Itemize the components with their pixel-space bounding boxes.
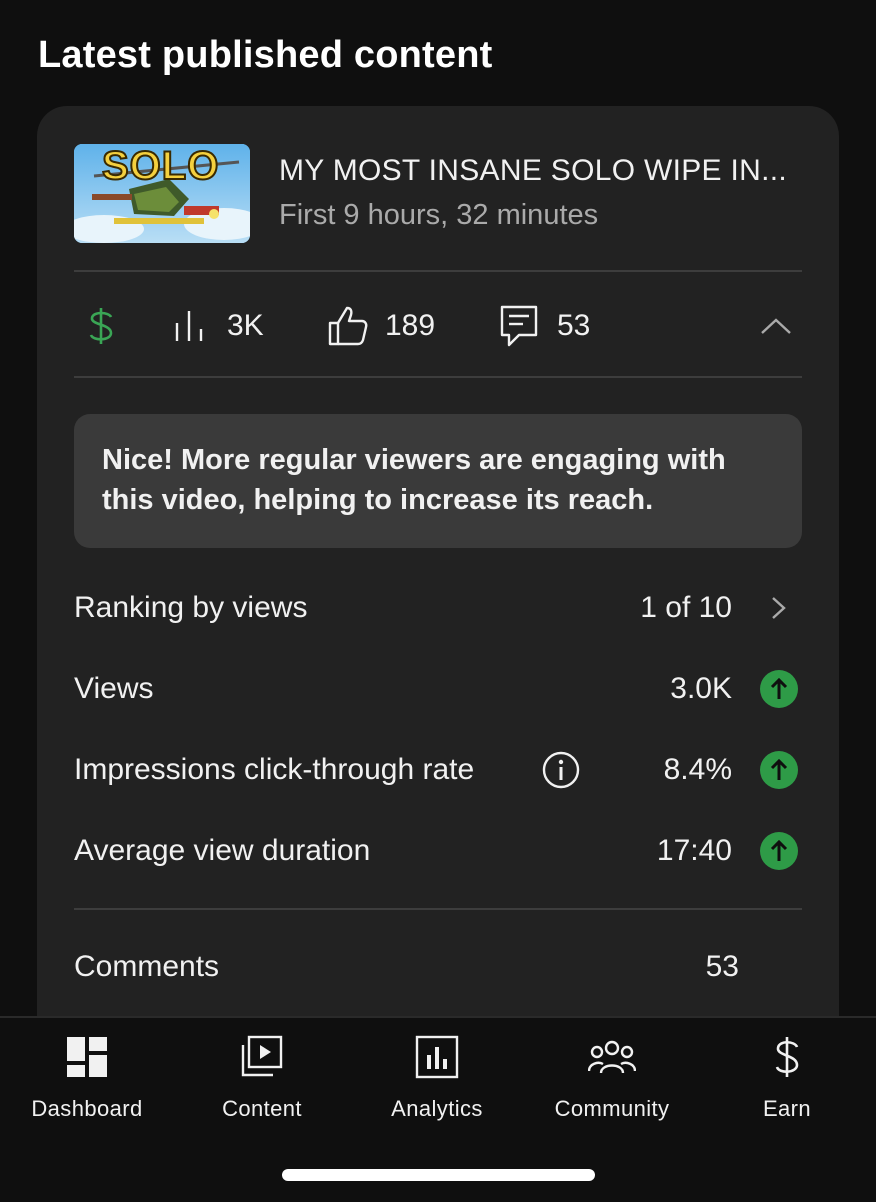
arrow-up-icon (760, 832, 798, 870)
likes-count: 189 (385, 309, 436, 342)
comments-stat[interactable]: 53 (499, 296, 590, 356)
comments-row[interactable]: Comments 53 (74, 942, 802, 992)
home-indicator[interactable] (282, 1169, 595, 1181)
divider (74, 270, 802, 272)
monetization-status[interactable] (87, 296, 115, 356)
nav-label: Dashboard (31, 1096, 143, 1121)
arrow-up-icon (760, 670, 798, 708)
nav-dashboard[interactable]: Dashboard (7, 1032, 167, 1122)
nav-label: Community (554, 1096, 670, 1121)
metric-label: Ranking by views (74, 591, 308, 624)
dollar-icon (87, 306, 115, 346)
metric-label: Impressions click-through rate (74, 753, 475, 786)
avg-duration-row[interactable]: Average view duration 17:40 (74, 826, 802, 876)
analytics-icon (357, 1032, 517, 1082)
ranking-row[interactable]: Ranking by views 1 of 10 (74, 583, 802, 633)
likes-stat[interactable]: 189 (327, 296, 435, 356)
comments-label: Comments (74, 950, 220, 983)
latest-content-card: SOLO MY MOST INSANE SOLO WIPE IN... Firs… (37, 106, 839, 1106)
views-row[interactable]: Views 3.0K (74, 664, 802, 714)
divider (74, 376, 802, 378)
nav-analytics[interactable]: Analytics (357, 1032, 517, 1122)
nav-earn[interactable]: Earn (707, 1032, 867, 1122)
dashboard-icon (7, 1032, 167, 1082)
info-icon[interactable] (541, 750, 581, 795)
video-thumbnail[interactable]: SOLO (74, 144, 250, 243)
metric-label: Views (74, 672, 154, 705)
analytics-icon (173, 309, 207, 343)
comment-icon (499, 304, 539, 348)
collapse-button[interactable] (760, 296, 792, 356)
thumbnail-text: SOLO (101, 144, 220, 189)
views-stat[interactable]: 3K (173, 296, 264, 356)
section-title: Latest published content (38, 34, 493, 76)
views-count: 3K (227, 309, 264, 342)
divider (74, 908, 802, 910)
chevron-up-icon (760, 316, 792, 336)
dollar-icon (707, 1032, 867, 1082)
comments-total: 53 (705, 950, 739, 983)
metric-value: 8.4% (663, 753, 732, 786)
video-title[interactable]: MY MOST INSANE SOLO WIPE IN... (279, 154, 787, 188)
nav-label: Content (222, 1096, 302, 1121)
metric-value: 1 of 10 (640, 591, 732, 624)
nav-label: Analytics (391, 1096, 483, 1121)
nav-content[interactable]: Content (182, 1032, 342, 1122)
insight-message: Nice! More regular viewers are engaging … (74, 414, 802, 548)
thumbs-up-icon (327, 305, 369, 347)
metric-label: Average view duration (74, 834, 371, 867)
content-icon (182, 1032, 342, 1082)
nav-label: Earn (762, 1096, 812, 1121)
nav-community[interactable]: Community (532, 1032, 692, 1122)
ctr-row[interactable]: Impressions click-through rate 8.4% (74, 745, 802, 795)
community-icon (532, 1032, 692, 1082)
metric-value: 17:40 (656, 834, 732, 867)
video-subtitle: First 9 hours, 32 minutes (279, 199, 599, 231)
chevron-right-icon (760, 589, 798, 627)
metric-value: 3.0K (670, 672, 732, 705)
comments-count: 53 (557, 309, 591, 342)
arrow-up-icon (760, 751, 798, 789)
